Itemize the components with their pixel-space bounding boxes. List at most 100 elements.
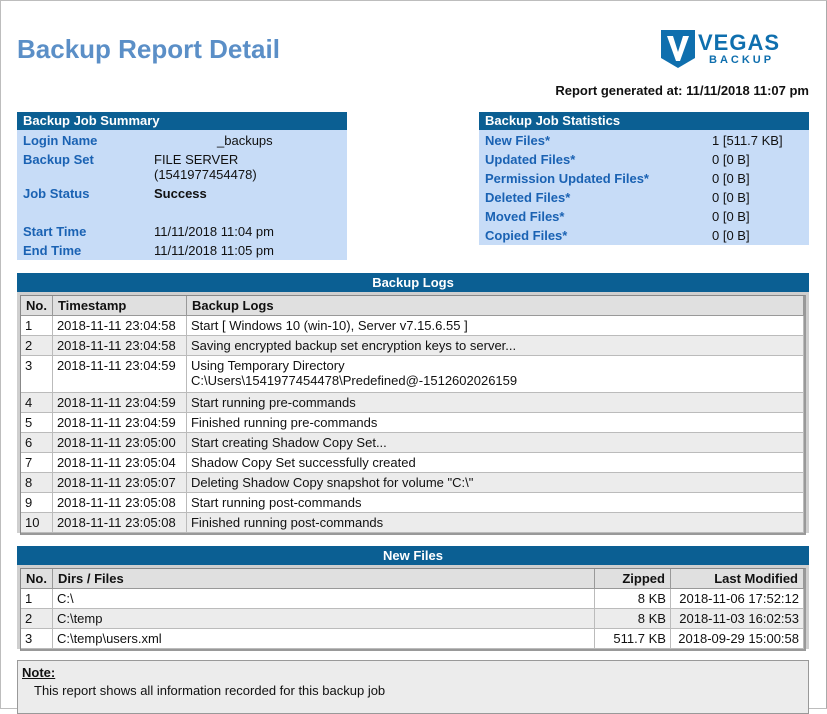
log-timestamp: 2018-11-11 23:04:59 — [52, 393, 187, 413]
log-message-line: Using Temporary Directory — [190, 358, 345, 373]
stat-key: New Files* — [485, 133, 551, 148]
file-zipped: 8 KB — [594, 609, 671, 629]
stat-value: 0 [0 B] — [712, 228, 750, 243]
table-row: 10 2018-11-11 23:05:08 Finished running po… — [21, 513, 804, 533]
generated-value: 11/11/2018 11:07 pm — [686, 83, 809, 98]
col-timestamp: Timestamp — [52, 296, 187, 316]
col-no: No. — [21, 569, 53, 589]
file-no: 1 — [21, 589, 53, 609]
log-no: 1 — [21, 316, 53, 336]
summary-value: 11/11/2018 11:04 pm — [154, 224, 274, 239]
file-last-modified: 2018-11-03 16:02:53 — [670, 609, 804, 629]
vegas-backup-logo: VEGAS BACKUP — [661, 30, 791, 70]
log-message: Start running pre-commands — [186, 393, 804, 413]
new-files-section: New Files No. Dirs / Files Zipped Last M… — [17, 546, 809, 651]
stat-key: Updated Files* — [485, 152, 576, 167]
log-message-line: Saving encrypted backup set encryption k… — [190, 338, 517, 353]
log-timestamp: 2018-11-11 23:04:59 — [52, 356, 187, 393]
log-no: 2 — [21, 336, 53, 356]
col-last-modified: Last Modified — [670, 569, 804, 589]
file-last-modified: 2018-11-06 17:52:12 — [670, 589, 804, 609]
log-timestamp: 2018-11-11 23:05:00 — [52, 433, 187, 453]
report-generated: Report generated at: 11/11/2018 11:07 pm — [555, 83, 809, 98]
log-timestamp: 2018-11-11 23:05:08 — [52, 493, 187, 513]
log-no: 3 — [21, 356, 53, 393]
summary-key: Backup Set — [23, 152, 94, 167]
table-row: 3 C:\temp\users.xml 511.7 KB 2018-09-29 15:… — [21, 629, 804, 649]
stat-key: Deleted Files* — [485, 190, 571, 205]
log-message: Start [ Windows 10 (win-10), Server v7.1… — [186, 316, 804, 336]
table-row: 5 2018-11-11 23:04:59 Finished running pre… — [21, 413, 804, 433]
col-zipped: Zipped — [594, 569, 671, 589]
table-row: 2 C:\temp 8 KB 2018-11-03 16:02:53 — [21, 609, 804, 629]
file-path: C:\temp\users.xml — [52, 629, 595, 649]
file-zipped: 8 KB — [594, 589, 671, 609]
log-message: Finished running pre-commands — [186, 413, 804, 433]
log-message-line: Start [ Windows 10 (win-10), Server v7.1… — [190, 318, 468, 333]
new-files-title: New Files — [17, 546, 809, 565]
log-message-line: Start creating Shadow Copy Set... — [190, 435, 387, 450]
log-message: Shadow Copy Set successfully created — [186, 453, 804, 473]
table-row: 8 2018-11-11 23:05:07 Deleting Shadow Copy… — [21, 473, 804, 493]
log-no: 7 — [21, 453, 53, 473]
generated-label: Report generated at: — [555, 83, 683, 98]
note-box: Note: This report shows all information … — [17, 660, 809, 714]
log-message: Using Temporary Directory C:\Users\154197… — [186, 356, 804, 393]
log-message: Finished running post-commands — [186, 513, 804, 533]
log-timestamp: 2018-11-11 23:05:04 — [52, 453, 187, 473]
summary-value: FILE SERVER — [154, 152, 239, 167]
stat-value: 0 [0 B] — [712, 171, 750, 186]
new-files-table: No. Dirs / Files Zipped Last Modified 1C… — [20, 568, 806, 651]
file-zipped: 511.7 KB — [594, 629, 671, 649]
v-shield-icon — [661, 30, 695, 68]
log-message-line: Start running post-commands — [190, 495, 362, 510]
log-message: Start running post-commands — [186, 493, 804, 513]
stat-key: Permission Updated Files* — [485, 171, 649, 186]
page-title: Backup Report Detail — [17, 34, 280, 64]
backup-logs-title: Backup Logs — [17, 273, 809, 292]
log-timestamp: 2018-11-11 23:04:58 — [52, 336, 187, 356]
job-summary-title: Backup Job Summary — [17, 112, 347, 130]
table-row: 2 2018-11-11 23:04:58 Saving encrypted bac… — [21, 336, 804, 356]
table-header-row: No. Dirs / Files Zipped Last Modified — [21, 569, 804, 589]
table-row: 9 2018-11-11 23:05:08 Start running post-c… — [21, 493, 804, 513]
stat-value: 0 [0 B] — [712, 209, 750, 224]
backup-logs-section: Backup Logs No. Timestamp Backup Logs 12… — [17, 273, 809, 535]
file-path: C:\ — [52, 589, 595, 609]
col-no: No. — [21, 296, 53, 316]
summary-value: _backups — [217, 133, 273, 148]
backup-logs-table: No. Timestamp Backup Logs 1 2018-11-11 23… — [20, 295, 806, 535]
table-row: 7 2018-11-11 23:05:04 Shadow Copy Set succ… — [21, 453, 804, 473]
log-message-line: Finished running pre-commands — [190, 415, 378, 430]
logo-sub-text: BACKUP — [709, 54, 775, 66]
table-row: 1 C:\ 8 KB 2018-11-06 17:52:12 — [21, 589, 804, 609]
job-statistics-box: Backup Job Statistics New Files* 1 [511.… — [479, 112, 809, 245]
table-row: 1 2018-11-11 23:04:58 Start [ Windows 10 (… — [21, 316, 804, 336]
col-dirs-files: Dirs / Files — [52, 569, 595, 589]
log-message-line: Start running pre-commands — [190, 395, 356, 410]
log-no: 5 — [21, 413, 53, 433]
job-statistics-title: Backup Job Statistics — [479, 112, 809, 130]
note-title: Note: — [22, 665, 56, 680]
log-message-line: Finished running post-commands — [190, 515, 384, 530]
col-backup-logs: Backup Logs — [186, 296, 804, 316]
log-no: 8 — [21, 473, 53, 493]
summary-key: End Time — [23, 243, 82, 258]
log-no: 4 — [21, 393, 53, 413]
file-no: 3 — [21, 629, 53, 649]
log-timestamp: 2018-11-11 23:04:59 — [52, 413, 187, 433]
stat-key: Moved Files* — [485, 209, 565, 224]
summary-value: Success — [154, 186, 207, 201]
summary-key: Start Time — [23, 224, 87, 239]
stat-value: 0 [0 B] — [712, 152, 750, 167]
file-last-modified: 2018-09-29 15:00:58 — [670, 629, 804, 649]
log-no: 10 — [21, 513, 53, 533]
summary-key: Job Status — [23, 186, 90, 201]
log-no: 9 — [21, 493, 53, 513]
logo-main-text: VEGAS — [698, 30, 781, 55]
stat-key: Copied Files* — [485, 228, 568, 243]
table-row: 4 2018-11-11 23:04:59 Start running pre-co… — [21, 393, 804, 413]
table-header-row: No. Timestamp Backup Logs — [21, 296, 804, 316]
log-message-line: C:\Users\1541977454478\Predefined@-15126… — [190, 373, 518, 388]
log-no: 6 — [21, 433, 53, 453]
